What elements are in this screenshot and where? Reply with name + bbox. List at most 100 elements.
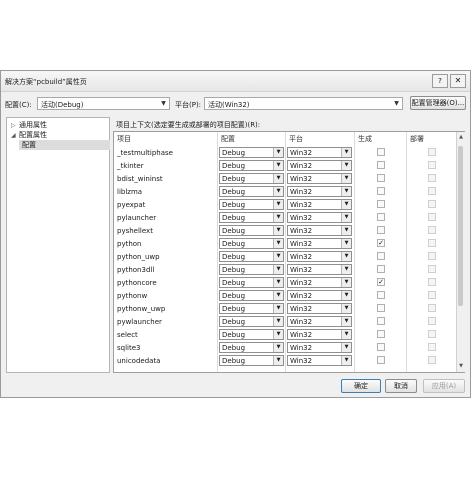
configuration-dropdown[interactable]: Debug ▼: [219, 147, 284, 158]
collapse-icon[interactable]: ◢: [11, 132, 16, 139]
build-checkbox[interactable]: [377, 265, 385, 273]
platform-dropdown[interactable]: Win32 ▼: [287, 251, 352, 262]
header-build[interactable]: 生成: [358, 134, 372, 144]
configuration-dropdown[interactable]: Debug ▼: [219, 225, 284, 236]
header-project[interactable]: 项目: [117, 134, 131, 144]
scroll-down-icon[interactable]: ▼: [457, 363, 465, 369]
header-deploy[interactable]: 部署: [410, 134, 424, 144]
scroll-up-icon[interactable]: ▲: [457, 134, 465, 140]
configuration-dropdown[interactable]: Debug ▼: [219, 342, 284, 353]
cancel-button[interactable]: 取消: [385, 379, 417, 393]
table-row[interactable]: pythonw_uwp Debug ▼ Win32 ▼: [114, 302, 449, 315]
config-manager-button[interactable]: 配置管理器(O)...: [410, 96, 466, 110]
platform-dropdown[interactable]: Win32 ▼: [287, 342, 352, 353]
tree-item-configuration[interactable]: 配置: [19, 140, 110, 150]
configuration-dropdown[interactable]: Debug ▼: [219, 355, 284, 366]
table-row[interactable]: pywlauncher Debug ▼ Win32 ▼: [114, 315, 449, 328]
build-checkbox[interactable]: [377, 200, 385, 208]
header-platform[interactable]: 平台: [289, 134, 303, 144]
configuration-dropdown[interactable]: Debug ▼: [219, 186, 284, 197]
build-checkbox[interactable]: [377, 213, 385, 221]
configuration-dropdown[interactable]: Debug ▼: [219, 277, 284, 288]
configuration-dropdown[interactable]: Debug ▼: [219, 290, 284, 301]
platform-dropdown[interactable]: Win32 ▼: [287, 316, 352, 327]
platform-dropdown[interactable]: Win32 ▼: [287, 212, 352, 223]
table-row[interactable]: pythoncore Debug ▼ Win32 ▼ ✓: [114, 276, 449, 289]
project-name: _tkinter: [117, 162, 144, 170]
table-row[interactable]: select Debug ▼ Win32 ▼: [114, 328, 449, 341]
build-checkbox[interactable]: [377, 343, 385, 351]
config-dropdown[interactable]: 活动(Debug) ▼: [37, 97, 170, 110]
dropdown-value: Debug: [222, 318, 246, 326]
expand-icon[interactable]: ▷: [11, 122, 16, 129]
build-checkbox[interactable]: ✓: [377, 278, 385, 286]
platform-dropdown[interactable]: Win32 ▼: [287, 303, 352, 314]
configuration-dropdown[interactable]: Debug ▼: [219, 238, 284, 249]
build-checkbox[interactable]: ✓: [377, 239, 385, 247]
tree-item-config-properties[interactable]: 配置属性: [19, 130, 47, 140]
tree-item-common-properties[interactable]: 通用属性: [19, 120, 47, 130]
dropdown-value: Debug: [222, 279, 246, 287]
build-checkbox[interactable]: [377, 304, 385, 312]
build-checkbox[interactable]: [377, 356, 385, 364]
platform-dropdown[interactable]: Win32 ▼: [287, 147, 352, 158]
table-row[interactable]: unicodedata Debug ▼ Win32 ▼: [114, 354, 449, 367]
table-row[interactable]: pythonw Debug ▼ Win32 ▼: [114, 289, 449, 302]
build-checkbox[interactable]: [377, 291, 385, 299]
table-row[interactable]: pylauncher Debug ▼ Win32 ▼: [114, 211, 449, 224]
title-bar: 解决方案“pcbuild”属性页 ? ✕: [1, 71, 470, 92]
configuration-dropdown[interactable]: Debug ▼: [219, 160, 284, 171]
platform-dropdown[interactable]: Win32 ▼: [287, 173, 352, 184]
configuration-dropdown[interactable]: Debug ▼: [219, 251, 284, 262]
build-checkbox[interactable]: [377, 161, 385, 169]
configuration-dropdown[interactable]: Debug ▼: [219, 212, 284, 223]
configuration-dropdown[interactable]: Debug ▼: [219, 329, 284, 340]
build-checkbox[interactable]: [377, 330, 385, 338]
table-row[interactable]: pyexpat Debug ▼ Win32 ▼: [114, 198, 449, 211]
platform-dropdown[interactable]: Win32 ▼: [287, 290, 352, 301]
configuration-dropdown[interactable]: Debug ▼: [219, 173, 284, 184]
build-checkbox[interactable]: [377, 317, 385, 325]
table-row[interactable]: python Debug ▼ Win32 ▼ ✓: [114, 237, 449, 250]
table-row[interactable]: _tkinter Debug ▼ Win32 ▼: [114, 159, 449, 172]
help-button[interactable]: ?: [432, 74, 448, 88]
platform-dropdown[interactable]: Win32 ▼: [287, 199, 352, 210]
chevron-down-icon: ▼: [341, 174, 351, 183]
table-row[interactable]: python3dll Debug ▼ Win32 ▼: [114, 263, 449, 276]
dropdown-value: Win32: [290, 188, 313, 196]
header-configuration[interactable]: 配置: [221, 134, 235, 144]
ok-button[interactable]: 确定: [341, 379, 381, 393]
config-value: 活动(Debug): [41, 101, 84, 109]
table-row[interactable]: pyshellext Debug ▼ Win32 ▼: [114, 224, 449, 237]
platform-dropdown[interactable]: Win32 ▼: [287, 186, 352, 197]
scrollbar-thumb[interactable]: [458, 146, 463, 306]
dropdown-value: Win32: [290, 227, 313, 235]
platform-dropdown[interactable]: Win32 ▼: [287, 355, 352, 366]
build-checkbox[interactable]: [377, 174, 385, 182]
platform-dropdown[interactable]: Win32 ▼: [287, 329, 352, 340]
build-checkbox[interactable]: [377, 226, 385, 234]
platform-dropdown[interactable]: Win32 ▼: [287, 238, 352, 249]
build-checkbox[interactable]: [377, 252, 385, 260]
table-row[interactable]: sqlite3 Debug ▼ Win32 ▼: [114, 341, 449, 354]
configuration-dropdown[interactable]: Debug ▼: [219, 303, 284, 314]
configuration-dropdown[interactable]: Debug ▼: [219, 199, 284, 210]
platform-dropdown[interactable]: Win32 ▼: [287, 277, 352, 288]
table-row[interactable]: _testmultiphase Debug ▼ Win32 ▼: [114, 146, 449, 159]
table-row[interactable]: python_uwp Debug ▼ Win32 ▼: [114, 250, 449, 263]
platform-dropdown[interactable]: Win32 ▼: [287, 225, 352, 236]
property-pages-dialog: 解决方案“pcbuild”属性页 ? ✕ 配置(C): 活动(Debug) ▼ …: [0, 70, 471, 398]
build-checkbox[interactable]: [377, 187, 385, 195]
configuration-dropdown[interactable]: Debug ▼: [219, 316, 284, 327]
grid-scrollbar[interactable]: ▲ ▼: [456, 132, 465, 372]
close-button[interactable]: ✕: [450, 74, 466, 88]
chevron-down-icon: ▼: [341, 148, 351, 157]
apply-button[interactable]: 应用(A): [423, 379, 465, 393]
platform-dropdown[interactable]: 活动(Win32) ▼: [204, 97, 403, 110]
table-row[interactable]: bdist_wininst Debug ▼ Win32 ▼: [114, 172, 449, 185]
platform-dropdown[interactable]: Win32 ▼: [287, 160, 352, 171]
build-checkbox[interactable]: [377, 148, 385, 156]
platform-dropdown[interactable]: Win32 ▼: [287, 264, 352, 275]
configuration-dropdown[interactable]: Debug ▼: [219, 264, 284, 275]
table-row[interactable]: liblzma Debug ▼ Win32 ▼: [114, 185, 449, 198]
